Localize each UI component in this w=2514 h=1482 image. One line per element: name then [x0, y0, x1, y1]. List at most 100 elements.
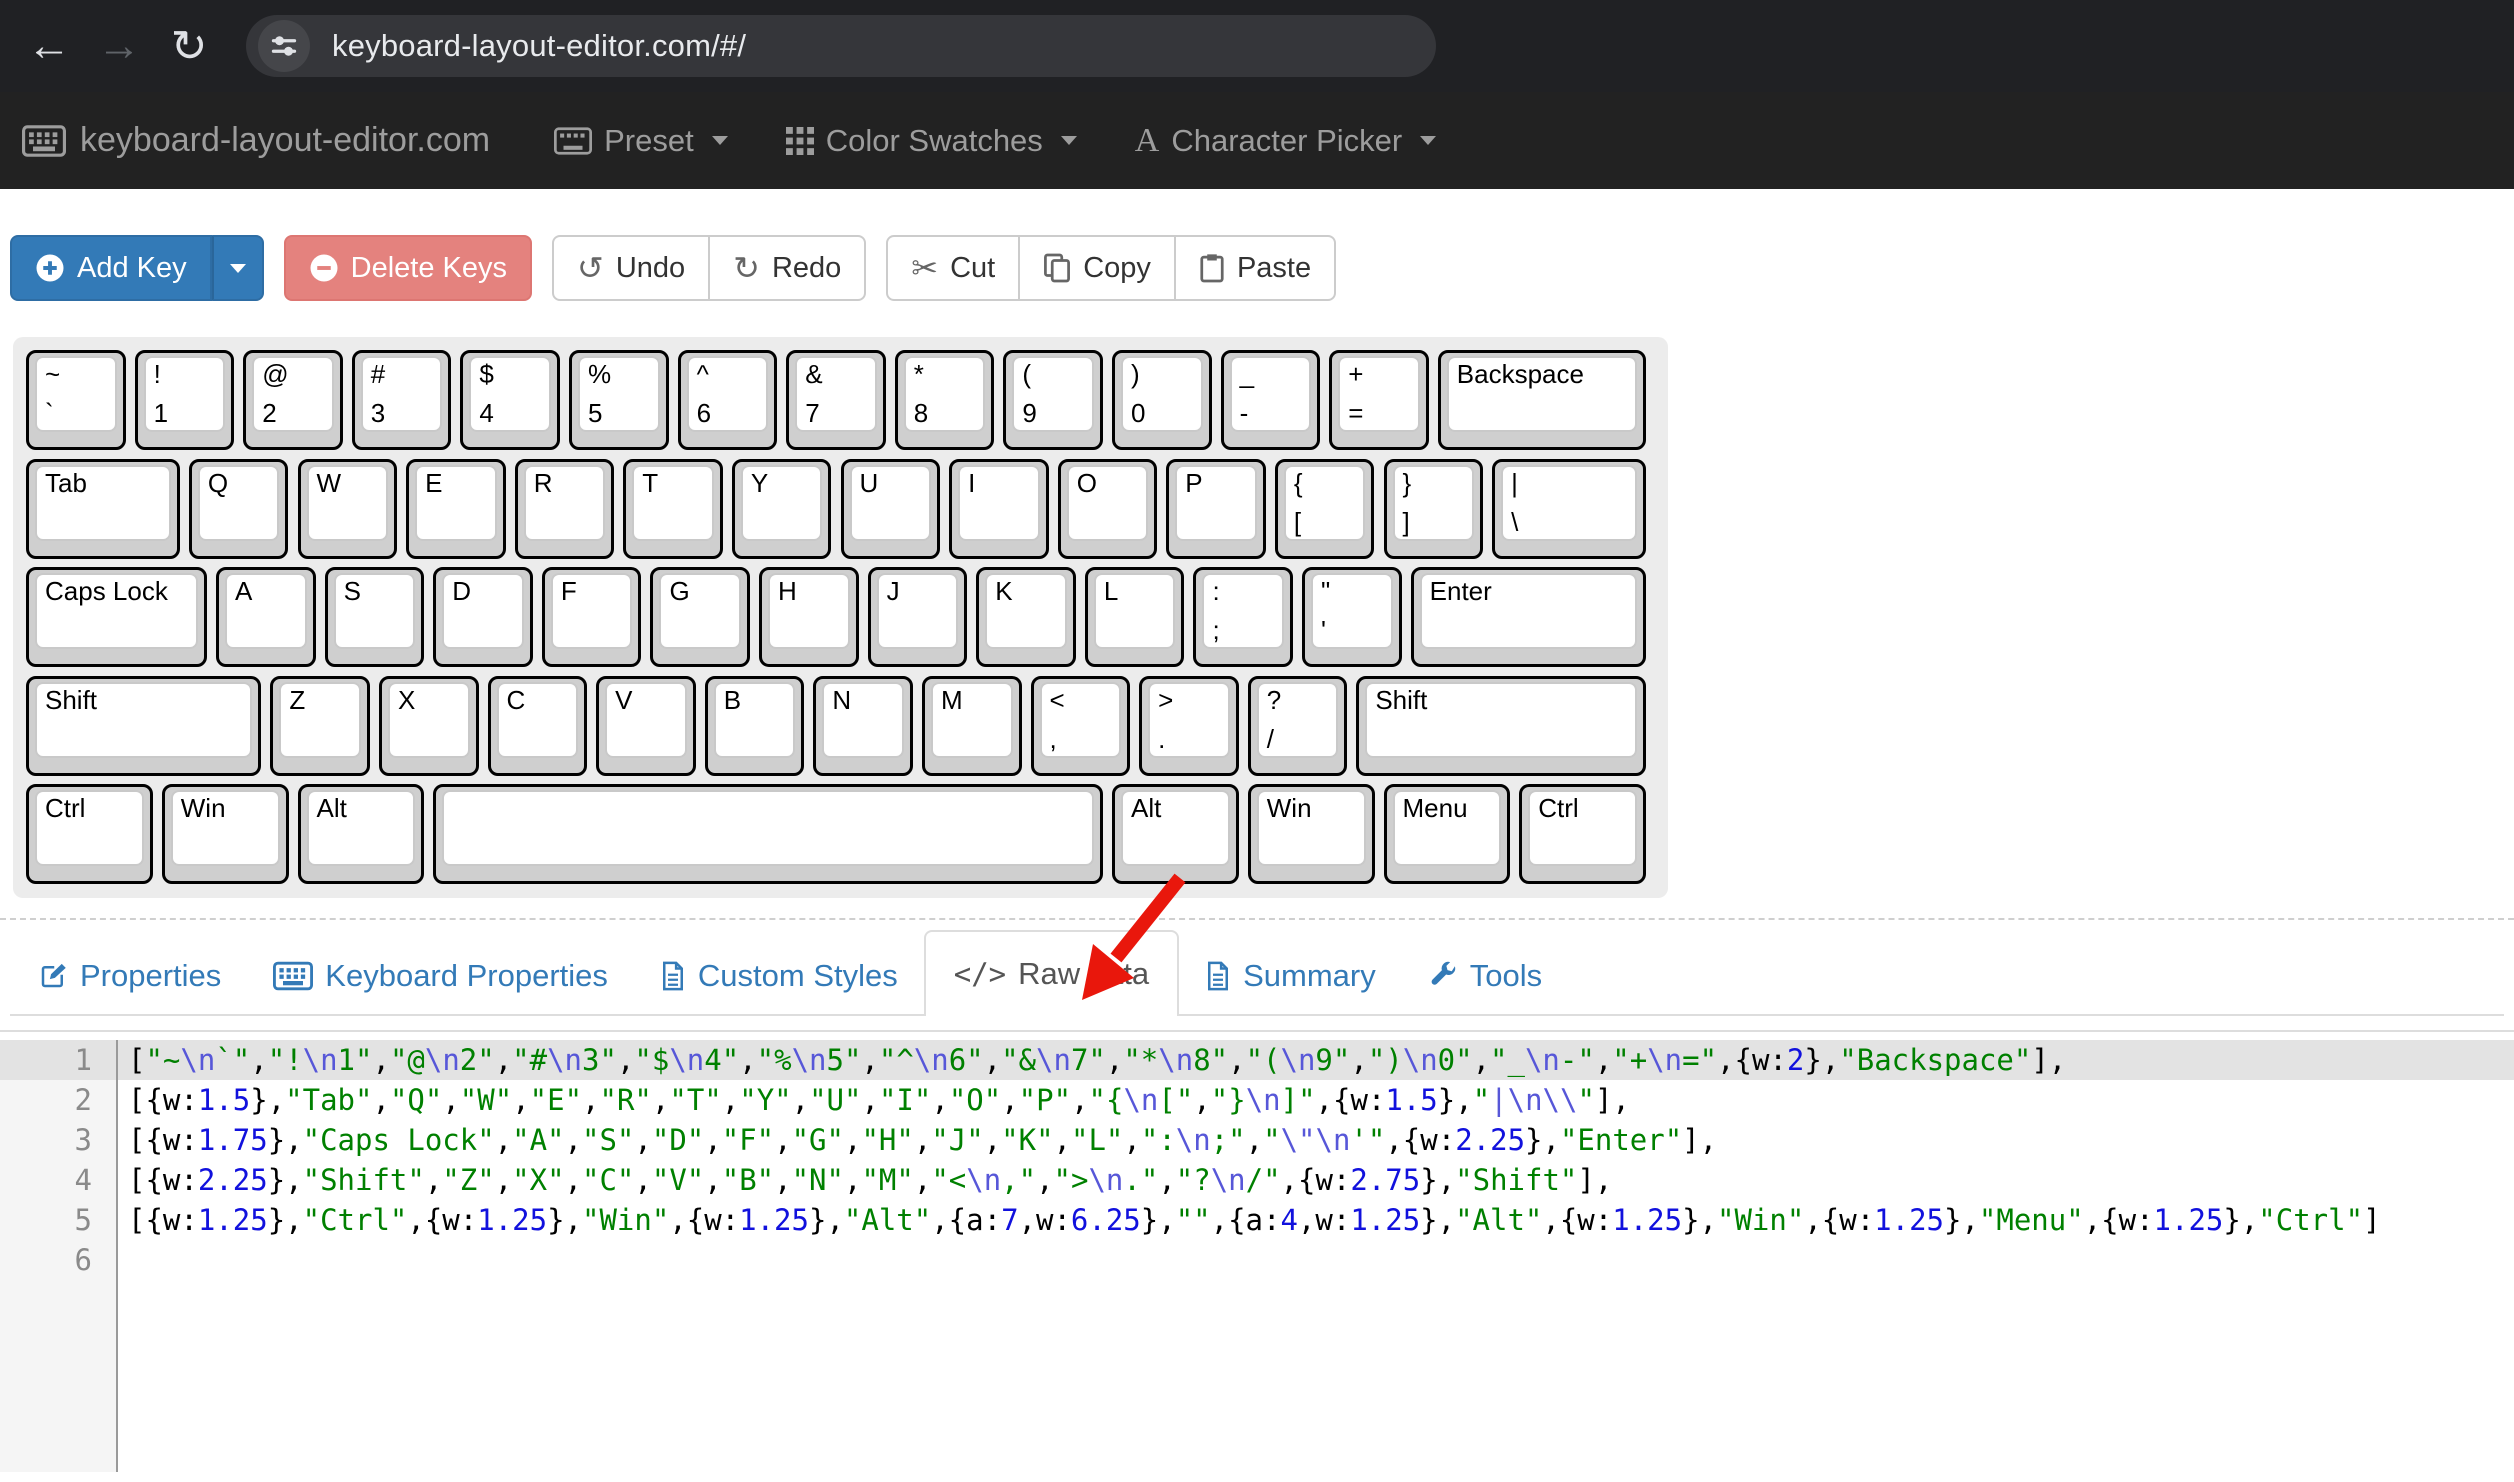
key[interactable]: K — [976, 567, 1076, 667]
key[interactable]: S — [325, 567, 425, 667]
key[interactable]: Alt — [1112, 784, 1239, 884]
tab-raw-data[interactable]: </> Raw data — [924, 930, 1179, 1016]
tab-keyboard-properties[interactable]: Keyboard Properties — [247, 938, 634, 1014]
key[interactable]: <, — [1031, 676, 1131, 776]
key[interactable]: $4 — [460, 350, 560, 450]
key[interactable]: ^6 — [678, 350, 778, 450]
key-face: ^6 — [687, 356, 769, 432]
tab-tools[interactable]: Tools — [1402, 938, 1568, 1014]
raw-data-editor[interactable]: 1["~\n`","!\n1","@\n2","#\n3","$\n4","%\… — [0, 1030, 2514, 1472]
tab-custom-styles[interactable]: Custom Styles — [634, 938, 924, 1014]
key[interactable]: H — [759, 567, 859, 667]
line-number: 3 — [0, 1120, 118, 1160]
key[interactable]: }] — [1384, 459, 1484, 559]
key[interactable]: L — [1085, 567, 1185, 667]
key[interactable]: T — [623, 459, 723, 559]
back-icon[interactable]: ← — [20, 17, 78, 75]
key[interactable]: (9 — [1003, 350, 1103, 450]
key[interactable]: >. — [1139, 676, 1239, 776]
key-top-legend: R — [534, 468, 553, 499]
menu-color-swatches[interactable]: Color Swatches — [786, 123, 1077, 159]
key[interactable]: Win — [162, 784, 289, 884]
cut-label: Cut — [950, 252, 995, 285]
menu-preset[interactable]: Preset — [554, 123, 728, 159]
key[interactable]: {[ — [1275, 459, 1375, 559]
delete-keys-label: Delete Keys — [351, 252, 507, 285]
key[interactable]: U — [841, 459, 941, 559]
key[interactable]: Menu — [1384, 784, 1511, 884]
tab-properties[interactable]: Properties — [12, 938, 247, 1014]
address-bar[interactable]: keyboard-layout-editor.com/#/ — [246, 15, 1436, 77]
key[interactable]: Backspace — [1438, 350, 1646, 450]
tab-summary[interactable]: Summary — [1179, 938, 1402, 1014]
key[interactable]: A — [216, 567, 316, 667]
cut-button[interactable]: ✂ Cut — [886, 235, 1020, 301]
key[interactable]: %5 — [569, 350, 669, 450]
key[interactable]: "' — [1302, 567, 1402, 667]
key[interactable]: B — [705, 676, 805, 776]
key[interactable]: P — [1166, 459, 1266, 559]
key[interactable]: I — [949, 459, 1049, 559]
key[interactable]: G — [650, 567, 750, 667]
forward-icon[interactable]: → — [90, 17, 148, 75]
key[interactable]: E — [406, 459, 506, 559]
key-bottom-legend: . — [1158, 724, 1165, 755]
key[interactable]: R — [515, 459, 615, 559]
menu-character-picker[interactable]: A Character Picker — [1135, 122, 1436, 160]
key[interactable]: F — [542, 567, 642, 667]
key[interactable]: |\ — [1492, 459, 1646, 559]
key[interactable]: Z — [270, 676, 370, 776]
key[interactable]: &7 — [786, 350, 886, 450]
add-key-button[interactable]: Add Key — [10, 235, 212, 301]
key[interactable]: O — [1058, 459, 1158, 559]
key[interactable]: ~` — [26, 350, 126, 450]
key[interactable]: Y — [732, 459, 832, 559]
key[interactable]: C — [488, 676, 588, 776]
key[interactable]: D — [433, 567, 533, 667]
key[interactable]: @2 — [243, 350, 343, 450]
key[interactable]: #3 — [352, 350, 452, 450]
paste-button[interactable]: Paste — [1174, 235, 1336, 301]
code-text: [{w:1.25},"Ctrl",{w:1.25},"Win",{w:1.25}… — [118, 1200, 2514, 1240]
key[interactable] — [433, 784, 1103, 884]
key[interactable]: J — [868, 567, 968, 667]
key[interactable]: Caps Lock — [26, 567, 207, 667]
edit-toolbar: Add Key Delete Keys ↺ Undo ↻ Redo — [10, 235, 2504, 301]
key[interactable]: !1 — [135, 350, 235, 450]
key[interactable]: Ctrl — [26, 784, 153, 884]
site-settings-button[interactable] — [258, 20, 310, 72]
key[interactable]: :; — [1193, 567, 1293, 667]
key[interactable]: Shift — [26, 676, 261, 776]
key[interactable]: Ctrl — [1519, 784, 1646, 884]
add-key-dropdown-button[interactable] — [212, 235, 264, 301]
key[interactable]: Shift — [1356, 676, 1646, 776]
reload-icon[interactable]: ↻ — [160, 17, 218, 75]
key[interactable]: ?/ — [1248, 676, 1348, 776]
key[interactable]: += — [1329, 350, 1429, 450]
key[interactable]: _- — [1221, 350, 1321, 450]
key[interactable]: Alt — [298, 784, 425, 884]
key-top-legend: Enter — [1430, 576, 1492, 607]
redo-button[interactable]: ↻ Redo — [708, 235, 866, 301]
copy-button[interactable]: Copy — [1018, 235, 1176, 301]
undo-button[interactable]: ↺ Undo — [552, 235, 710, 301]
key[interactable]: N — [813, 676, 913, 776]
key[interactable]: Q — [189, 459, 289, 559]
key[interactable]: Win — [1248, 784, 1375, 884]
key[interactable]: V — [596, 676, 696, 776]
brand[interactable]: keyboard-layout-editor.com — [22, 121, 490, 160]
url-text[interactable]: keyboard-layout-editor.com/#/ — [332, 28, 746, 64]
add-key-label: Add Key — [77, 252, 187, 285]
key[interactable]: Tab — [26, 459, 180, 559]
key[interactable]: W — [298, 459, 398, 559]
key[interactable]: )0 — [1112, 350, 1212, 450]
key[interactable]: M — [922, 676, 1022, 776]
keyboard-canvas[interactable]: ~`!1@2#3$4%5^6&7*8(9)0_-+=BackspaceTabQW… — [13, 337, 1668, 898]
key[interactable]: X — [379, 676, 479, 776]
key[interactable]: Enter — [1411, 567, 1646, 667]
key[interactable]: *8 — [895, 350, 995, 450]
key-face: }] — [1393, 465, 1475, 541]
key-face: ?/ — [1257, 682, 1339, 758]
delete-keys-button[interactable]: Delete Keys — [284, 235, 532, 301]
key-bottom-legend: = — [1348, 398, 1363, 429]
